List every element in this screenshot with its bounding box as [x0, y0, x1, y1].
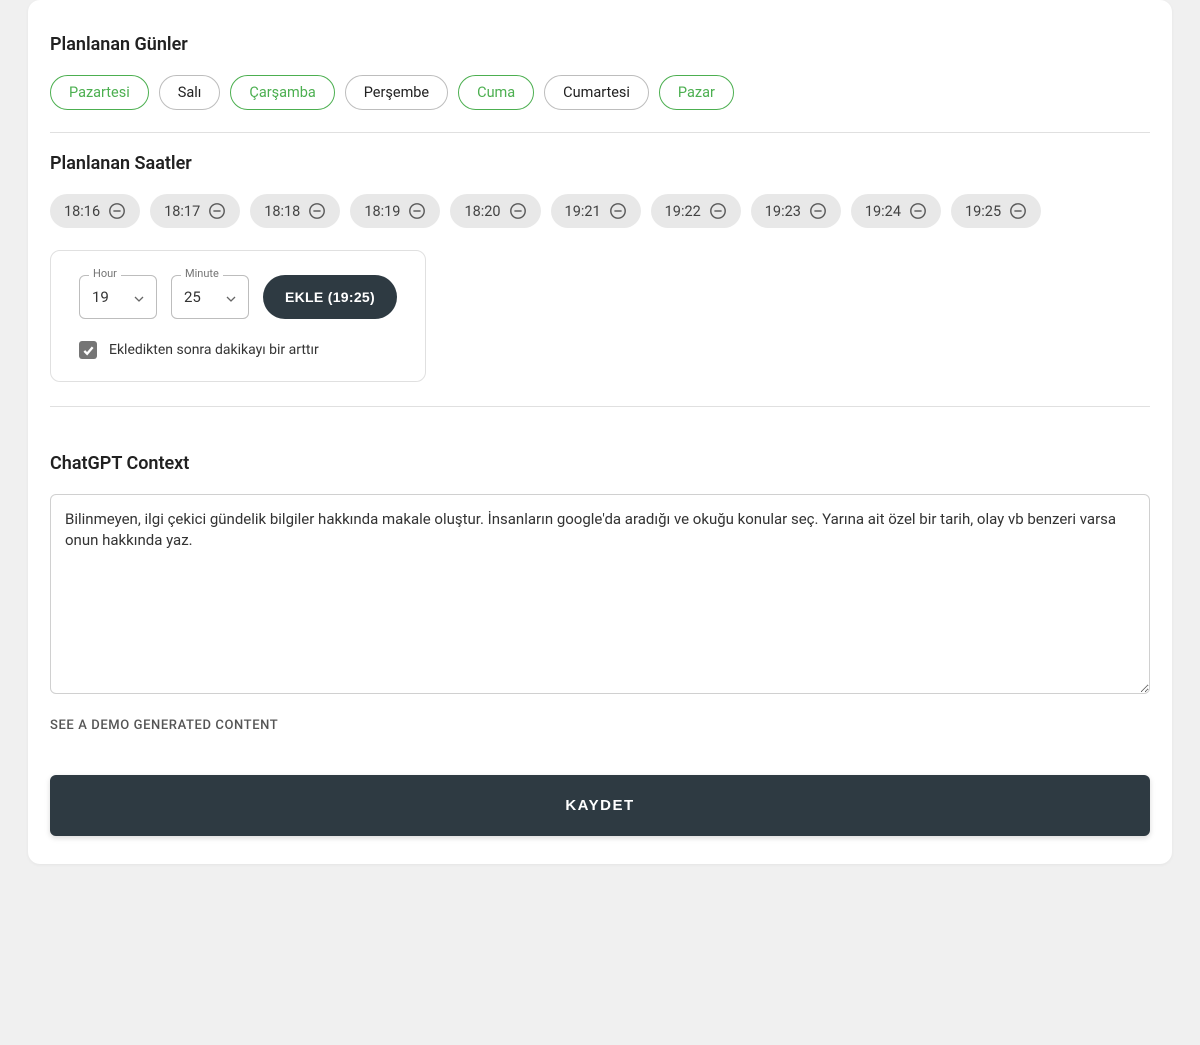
day-chip[interactable]: Cuma	[458, 75, 534, 110]
time-chip: 18:16	[50, 194, 140, 228]
planned-days-title: Planlanan Günler	[50, 34, 1150, 55]
increment-checkbox-label: Ekledikten sonra dakikayı bir arttır	[109, 342, 319, 358]
time-chip-label: 19:25	[965, 203, 1001, 220]
day-chip[interactable]: Salı	[159, 75, 221, 110]
time-chip: 19:25	[951, 194, 1041, 228]
time-chip-label: 18:16	[64, 203, 100, 220]
remove-circle-icon[interactable]	[609, 202, 627, 220]
hour-select[interactable]: 19	[79, 275, 157, 319]
time-add-panel: Hour 19 Minute 25 EKLE (19:25)	[50, 250, 426, 382]
minute-select-wrap: Minute 25	[171, 275, 249, 319]
divider	[50, 406, 1150, 407]
settings-card: Planlanan Günler Pazartesi Salı Çarşamba Pe…	[28, 0, 1172, 864]
time-chip: 19:22	[651, 194, 741, 228]
day-chip[interactable]: Çarşamba	[230, 75, 334, 110]
remove-circle-icon[interactable]	[909, 202, 927, 220]
remove-circle-icon[interactable]	[809, 202, 827, 220]
minute-value: 25	[184, 288, 201, 306]
time-chip-label: 19:23	[765, 203, 801, 220]
increment-checkbox[interactable]	[79, 341, 97, 359]
minute-label: Minute	[181, 267, 223, 280]
times-chip-row: 18:16 18:17 18:18 18:19 18:20 19:21 19:22 19:23…	[50, 194, 1150, 228]
time-chip-label: 18:18	[264, 203, 300, 220]
minute-select[interactable]: 25	[171, 275, 249, 319]
chevron-down-icon	[134, 288, 144, 306]
time-chip: 19:24	[851, 194, 941, 228]
remove-circle-icon[interactable]	[108, 202, 126, 220]
time-chip: 19:23	[751, 194, 841, 228]
remove-circle-icon[interactable]	[208, 202, 226, 220]
time-chip-label: 18:17	[164, 203, 200, 220]
time-add-row: Hour 19 Minute 25 EKLE (19:25)	[79, 275, 397, 319]
time-chip-label: 19:22	[665, 203, 701, 220]
planned-hours-title: Planlanan Saatler	[50, 153, 1150, 174]
divider	[50, 132, 1150, 133]
time-chip: 19:21	[551, 194, 641, 228]
day-chip[interactable]: Cumartesi	[544, 75, 649, 110]
hour-select-wrap: Hour 19	[79, 275, 157, 319]
hour-label: Hour	[89, 267, 121, 280]
hour-value: 19	[92, 288, 109, 306]
time-chip: 18:19	[350, 194, 440, 228]
remove-circle-icon[interactable]	[308, 202, 326, 220]
time-chip-label: 18:20	[464, 203, 500, 220]
day-chip[interactable]: Pazar	[659, 75, 734, 110]
save-button[interactable]: KAYDET	[50, 775, 1150, 836]
remove-circle-icon[interactable]	[509, 202, 527, 220]
remove-circle-icon[interactable]	[1009, 202, 1027, 220]
time-chip-label: 19:24	[865, 203, 901, 220]
day-chip[interactable]: Perşembe	[345, 75, 448, 110]
time-chip: 18:20	[450, 194, 540, 228]
remove-circle-icon[interactable]	[709, 202, 727, 220]
time-chip-label: 19:21	[565, 203, 601, 220]
days-chip-row: Pazartesi Salı Çarşamba Perşembe Cuma Cumarte…	[50, 75, 1150, 110]
time-chip: 18:18	[250, 194, 340, 228]
chatgpt-context-textarea[interactable]	[50, 494, 1150, 694]
time-chip: 18:17	[150, 194, 240, 228]
add-time-button[interactable]: EKLE (19:25)	[263, 275, 397, 319]
demo-content-link[interactable]: SEE A DEMO GENERATED CONTENT	[50, 718, 278, 733]
increment-checkbox-row: Ekledikten sonra dakikayı bir arttır	[79, 341, 397, 359]
remove-circle-icon[interactable]	[408, 202, 426, 220]
time-chip-label: 18:19	[364, 203, 400, 220]
chatgpt-context-title: ChatGPT Context	[50, 453, 1150, 474]
chevron-down-icon	[226, 288, 236, 306]
day-chip[interactable]: Pazartesi	[50, 75, 149, 110]
